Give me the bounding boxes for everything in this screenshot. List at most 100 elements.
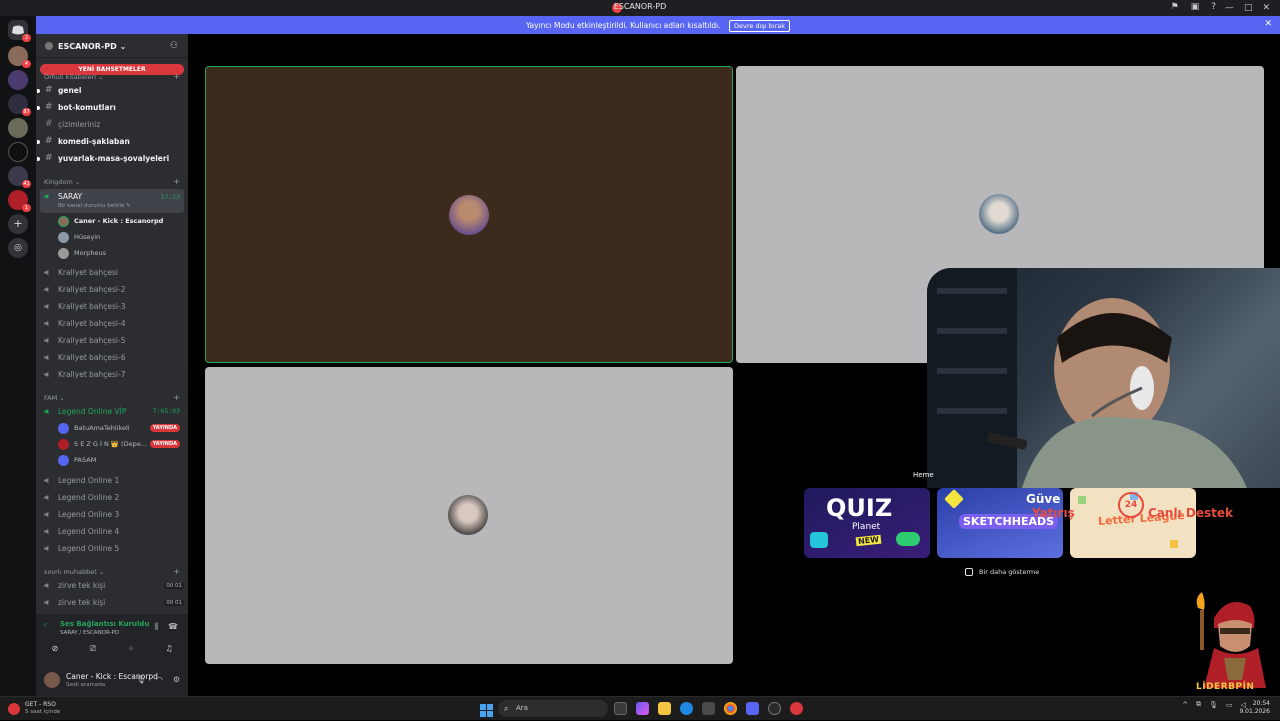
network-icon[interactable]: ▭ bbox=[1226, 701, 1233, 709]
voice-channel[interactable]: zirve tek kişi 00 01 bbox=[40, 595, 184, 610]
noise-suppression-icon[interactable]: ⫼ bbox=[154, 622, 158, 632]
file-explorer-icon[interactable] bbox=[658, 702, 671, 715]
help-icon[interactable]: ? bbox=[1211, 2, 1216, 12]
task-view-icon[interactable] bbox=[614, 702, 627, 715]
voice-user[interactable]: S E Z G İ N 👑 (Depe... YAYINDA bbox=[58, 437, 182, 451]
invite-people-icon[interactable]: ⚇ bbox=[170, 41, 178, 51]
voice-channel[interactable]: Legend Online 4 bbox=[40, 524, 184, 539]
server-icon-escanor[interactable]: 1 bbox=[8, 190, 31, 212]
voice-channel[interactable]: zirve tek kişi 00 01 bbox=[40, 578, 184, 593]
category-header[interactable]: Örhuli kitabeleri ⌄ bbox=[44, 73, 104, 81]
copilot-icon[interactable] bbox=[636, 702, 649, 715]
channel-status[interactable]: Bir kanal durumu belirle ✎ bbox=[58, 203, 184, 209]
voice-user[interactable]: PASAM bbox=[58, 453, 182, 467]
text-channel[interactable]: # bot-komutları bbox=[37, 100, 184, 115]
tray-expand-icon[interactable]: ^ bbox=[1182, 701, 1188, 709]
chrome-icon[interactable] bbox=[724, 702, 737, 715]
language-icon[interactable]: ⧉ bbox=[1196, 700, 1201, 709]
text-channel[interactable]: # komedi-şaklaban bbox=[37, 134, 184, 149]
create-channel-icon[interactable]: + bbox=[173, 72, 180, 81]
monitor-icon[interactable]: ▣ bbox=[1191, 2, 1200, 12]
server-icon[interactable] bbox=[8, 118, 28, 138]
close-window-button[interactable]: ✕ bbox=[1262, 3, 1270, 13]
voice-channel-active[interactable]: SARAY Bir kanal durumu belirle ✎ 17:23 bbox=[40, 189, 184, 213]
speaker-icon bbox=[44, 494, 49, 501]
discord-icon[interactable] bbox=[746, 702, 759, 715]
dont-show-again[interactable]: Bir daha gösterme bbox=[965, 568, 1039, 576]
riot-client-icon[interactable] bbox=[790, 702, 803, 715]
settings-gear-icon[interactable]: ⚙ bbox=[173, 675, 180, 684]
camera-button[interactable]: ⊘ bbox=[40, 642, 70, 656]
direct-messages-icon[interactable]: 2 bbox=[8, 20, 31, 42]
add-server-icon[interactable]: + bbox=[8, 214, 28, 234]
text-channel[interactable]: # genel bbox=[37, 83, 184, 98]
clock[interactable]: 20:54 9.01.2026 bbox=[1239, 700, 1270, 716]
obs-icon[interactable] bbox=[768, 702, 781, 715]
headphones-icon[interactable]: ◠ bbox=[156, 675, 163, 684]
voice-channel[interactable]: Legend Online 2 bbox=[40, 490, 184, 505]
participant-tile[interactable] bbox=[205, 367, 733, 664]
banner-close-icon[interactable]: ✕ bbox=[1264, 19, 1272, 29]
soundboard-button[interactable]: ♫ bbox=[154, 642, 184, 656]
voice-channel[interactable]: Krallyet bahçesi bbox=[40, 265, 184, 280]
voice-user[interactable]: Morpheus bbox=[58, 246, 182, 260]
voice-channel-active[interactable]: Legend Online VİP 7:05:03 bbox=[40, 404, 184, 419]
inbox-icon[interactable]: ⚑ bbox=[1171, 2, 1179, 12]
microphone-icon[interactable]: 🎙 bbox=[136, 675, 146, 684]
server-icon[interactable]: 41 bbox=[8, 166, 31, 188]
create-channel-icon[interactable]: + bbox=[173, 567, 180, 576]
speaker-icon bbox=[44, 303, 49, 310]
voice-channel[interactable]: Krallyet bahçesi-2 bbox=[40, 282, 184, 297]
participant-avatar bbox=[448, 495, 488, 535]
voice-channel[interactable]: Krallyet bahçesi-7 bbox=[40, 367, 184, 382]
voice-user[interactable]: BatuAmaTehlikeli YAYINDA bbox=[58, 421, 182, 435]
voice-channel[interactable]: Legend Online 1 bbox=[40, 473, 184, 488]
voice-channel[interactable]: Krallyet bahçesi-6 bbox=[40, 350, 184, 365]
webcam-overlay bbox=[927, 268, 1280, 488]
voice-user[interactable]: Hüseyin bbox=[58, 230, 182, 244]
server-icon[interactable]: 87 bbox=[8, 94, 31, 116]
disable-streamer-mode-button[interactable]: Devre dışı bırak bbox=[729, 20, 791, 32]
create-channel-icon[interactable]: + bbox=[173, 177, 180, 186]
category-header[interactable]: Kingdom ⌄ bbox=[44, 178, 80, 186]
voice-location[interactable]: SARAY / ESCANOR-PD bbox=[60, 630, 119, 636]
text-channel[interactable]: # yuvarlak-masa-şovalyeleri bbox=[37, 151, 184, 166]
signal-icon[interactable]: ◜ bbox=[44, 622, 54, 632]
minimize-button[interactable]: — bbox=[1225, 3, 1234, 13]
voice-channel[interactable]: Legend Online 3 bbox=[40, 507, 184, 522]
voice-channel[interactable]: Krallyet bahçesi-4 bbox=[40, 316, 184, 331]
server-icon[interactable] bbox=[8, 70, 28, 90]
server-icon[interactable]: 4 bbox=[8, 46, 31, 68]
voice-user[interactable]: Caner - Kick : Escanorpd bbox=[58, 214, 182, 228]
category-header[interactable]: sınırlı muhabbet ⌄ bbox=[44, 568, 104, 576]
speaker-icon bbox=[44, 582, 49, 589]
avatar bbox=[58, 439, 69, 450]
voice-channel[interactable]: Krallyet bahçesi-5 bbox=[40, 333, 184, 348]
activities-button[interactable]: ⁘ bbox=[116, 642, 146, 656]
taskbar-search[interactable]: ⌕ Ara bbox=[498, 700, 608, 717]
server-icon[interactable] bbox=[8, 142, 28, 162]
maximize-button[interactable]: □ bbox=[1244, 3, 1253, 13]
store-icon[interactable] bbox=[702, 702, 715, 715]
speaker-icon bbox=[44, 320, 49, 327]
voice-channel[interactable]: Krallyet bahçesi-3 bbox=[40, 299, 184, 314]
voice-channel[interactable]: Legend Online 5 bbox=[40, 541, 184, 556]
microphone-tray-icon[interactable]: 🎙 bbox=[1209, 701, 1218, 709]
avatar bbox=[58, 423, 69, 434]
checkbox[interactable] bbox=[965, 568, 973, 576]
text-channel[interactable]: # çizimleriniz bbox=[40, 117, 184, 132]
screen-share-button[interactable]: ⎚ bbox=[78, 642, 108, 656]
voice-status[interactable]: Ses Bağlantısı Kuruldu bbox=[60, 620, 149, 628]
notification-icon bbox=[8, 703, 20, 715]
start-menu-icon[interactable] bbox=[480, 702, 493, 717]
disconnect-icon[interactable]: ☎ bbox=[168, 622, 178, 632]
create-channel-icon[interactable]: + bbox=[173, 393, 180, 402]
guild-header[interactable]: ESCANOR-PD ⌄ ⚇ bbox=[36, 34, 188, 58]
edge-icon[interactable] bbox=[680, 702, 693, 715]
category-header[interactable]: FAM ⌄ bbox=[44, 394, 65, 402]
quiz-planet-card[interactable]: QUIZ Planet NEW bbox=[804, 488, 930, 558]
window-controls: — □ ✕ bbox=[1225, 0, 1280, 16]
avatar[interactable] bbox=[44, 672, 60, 688]
discover-icon[interactable]: ◎ bbox=[8, 238, 28, 258]
participant-tile-speaking[interactable] bbox=[205, 66, 733, 363]
